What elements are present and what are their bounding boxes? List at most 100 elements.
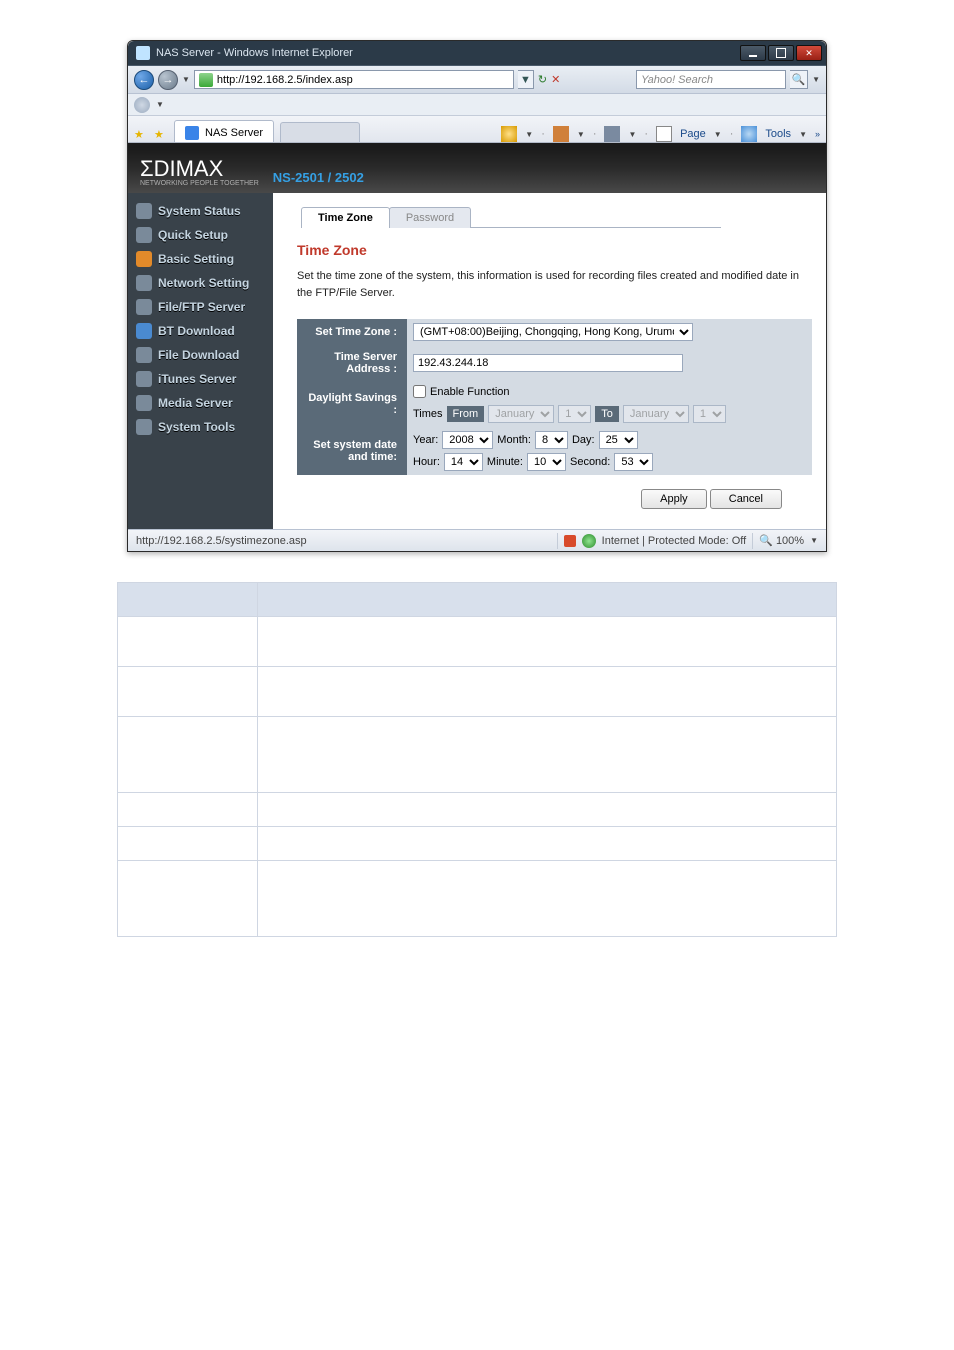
media-server-icon: [136, 395, 152, 411]
page-menu-icon: [656, 126, 672, 142]
dst-from-label: From: [447, 406, 485, 422]
tab-label: NAS Server: [205, 127, 263, 139]
zoom-level[interactable]: 🔍 100%: [759, 534, 804, 547]
sidebar-item-label: BT Download: [158, 324, 235, 338]
sidebar-item-network-setting[interactable]: Network Setting: [132, 271, 269, 295]
sidebar-item-media-server[interactable]: Media Server: [132, 391, 269, 415]
sidebar-item-label: System Tools: [158, 420, 235, 434]
home-icon[interactable]: [501, 126, 517, 142]
select-second[interactable]: 53: [614, 453, 653, 471]
page-menu[interactable]: Page: [680, 128, 706, 140]
cancel-button[interactable]: Cancel: [710, 489, 782, 509]
sidebar-item-label: Media Server: [158, 396, 233, 410]
back-button[interactable]: ←: [134, 70, 154, 90]
search-dropdown[interactable]: ▼: [812, 75, 820, 84]
tab-time-zone[interactable]: Time Zone: [301, 207, 390, 228]
second-label: Second:: [570, 456, 610, 468]
refresh-button[interactable]: ↻: [538, 73, 547, 86]
internet-zone-icon: [582, 534, 596, 548]
feeds-icon[interactable]: [553, 126, 569, 142]
search-button[interactable]: 🔍: [790, 70, 808, 89]
sidebar-item-basic-setting[interactable]: Basic Setting: [132, 247, 269, 271]
sidebar-item-system-tools[interactable]: System Tools: [132, 415, 269, 439]
sidebar-item-label: Network Setting: [158, 276, 249, 290]
bt-download-icon: [136, 323, 152, 339]
sidebar-item-file-download[interactable]: File Download: [132, 343, 269, 367]
sidebar-item-bt-download[interactable]: BT Download: [132, 319, 269, 343]
site-icon: [199, 73, 213, 87]
forward-button[interactable]: →: [158, 70, 178, 90]
sidebar-item-file-ftp[interactable]: File/FTP Server: [132, 295, 269, 319]
sidebar-item-system-status[interactable]: System Status: [132, 199, 269, 223]
product-model: NS-2501 / 2502: [273, 170, 364, 185]
label-time-server: Time Server Address :: [297, 345, 407, 381]
select-timezone[interactable]: (GMT+08:00)Beijing, Chongqing, Hong Kong…: [413, 323, 693, 341]
links-icon[interactable]: [134, 97, 150, 113]
brand-logo: ΣDIMAX NETWORKING PEOPLE TOGETHER: [140, 158, 259, 187]
sidebar-item-label: iTunes Server: [158, 372, 236, 386]
minute-label: Minute:: [487, 456, 523, 468]
basic-setting-icon: [136, 251, 152, 267]
select-year[interactable]: 2008: [442, 431, 493, 449]
tab-strip: ★ ★ NAS Server ▼ · ▼ · ▼ · Page▼ · Tools…: [128, 115, 826, 143]
sidebar-item-label: System Status: [158, 204, 241, 218]
security-zone: Internet | Protected Mode: Off: [602, 535, 747, 547]
stop-button[interactable]: ✕: [551, 73, 560, 86]
input-time-server[interactable]: [413, 354, 683, 372]
new-tab[interactable]: [280, 122, 360, 142]
doc-table: [117, 582, 837, 937]
select-dst-from-month: January: [488, 405, 554, 423]
year-label: Year:: [413, 434, 438, 446]
settings-form: Set Time Zone : (GMT+08:00)Beijing, Chon…: [297, 319, 812, 475]
product-header: ΣDIMAX NETWORKING PEOPLE TOGETHER NS-250…: [128, 143, 826, 193]
select-minute[interactable]: 10: [527, 453, 566, 471]
minimize-button[interactable]: [740, 45, 766, 61]
favorites-add-icon[interactable]: ★: [134, 128, 148, 142]
ie-window: NAS Server - Windows Internet Explorer ←…: [127, 40, 827, 552]
title-bar: NAS Server - Windows Internet Explorer: [128, 41, 826, 65]
close-button[interactable]: [796, 45, 822, 61]
url-dropdown[interactable]: ▼: [518, 70, 534, 89]
select-dst-from-day: 1: [558, 405, 591, 423]
tab-nas-server[interactable]: NAS Server: [174, 120, 274, 142]
sidebar-item-itunes[interactable]: iTunes Server: [132, 367, 269, 391]
select-hour[interactable]: 14: [444, 453, 483, 471]
tab-password[interactable]: Password: [389, 207, 471, 228]
links-dropdown[interactable]: ▼: [156, 100, 164, 109]
sidebar-item-label: File/FTP Server: [158, 300, 245, 314]
status-bar: http://192.168.2.5/systimezone.asp Inter…: [128, 529, 826, 551]
print-icon[interactable]: [604, 126, 620, 142]
checkbox-dst-enable[interactable]: [413, 385, 426, 398]
links-bar: ▼: [128, 93, 826, 115]
page-content: ΣDIMAX NETWORKING PEOPLE TOGETHER NS-250…: [128, 143, 826, 529]
select-month[interactable]: 8: [535, 431, 568, 449]
sidebar-item-quick-setup[interactable]: Quick Setup: [132, 223, 269, 247]
url-field[interactable]: http://192.168.2.5/index.asp: [194, 70, 514, 89]
page-favicon: [136, 46, 150, 60]
select-day[interactable]: 25: [599, 431, 638, 449]
month-label: Month:: [497, 434, 531, 446]
history-dropdown[interactable]: ▼: [182, 75, 190, 84]
network-setting-icon: [136, 275, 152, 291]
search-field[interactable]: Yahoo! Search: [636, 70, 786, 89]
favorites-center-icon[interactable]: ★: [154, 128, 168, 142]
quick-setup-icon: [136, 227, 152, 243]
tools-menu[interactable]: Tools: [765, 128, 791, 140]
sidebar-item-label: File Download: [158, 348, 239, 362]
sidebar: System Status Quick Setup Basic Setting …: [128, 193, 273, 529]
protected-mode-icon: [564, 535, 576, 547]
dst-to-label: To: [595, 406, 619, 422]
dst-times-label: Times: [413, 408, 443, 420]
dst-enable-label: Enable Function: [430, 386, 510, 398]
day-label: Day:: [572, 434, 595, 446]
maximize-button[interactable]: [768, 45, 794, 61]
section-heading: Time Zone: [297, 242, 812, 258]
system-status-icon: [136, 203, 152, 219]
sidebar-item-label: Basic Setting: [158, 252, 234, 266]
ie-page-icon: [185, 126, 199, 140]
hour-label: Hour:: [413, 456, 440, 468]
url-text: http://192.168.2.5/index.asp: [217, 74, 353, 86]
select-dst-to-month: January: [623, 405, 689, 423]
window-title: NAS Server - Windows Internet Explorer: [156, 47, 740, 59]
apply-button[interactable]: Apply: [641, 489, 707, 509]
